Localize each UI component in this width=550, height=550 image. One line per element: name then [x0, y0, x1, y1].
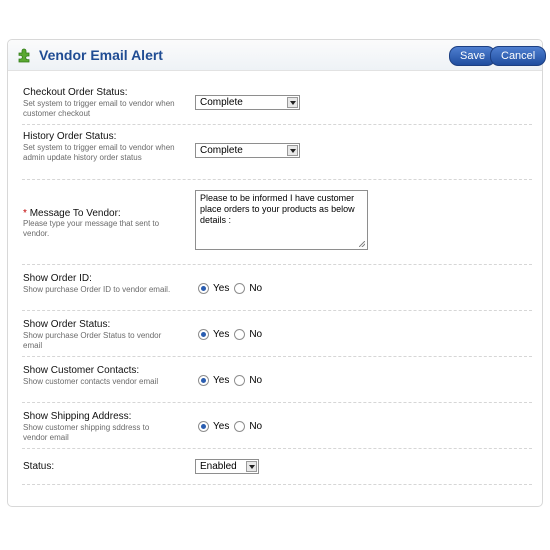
- show-order-status-help: Show purchase Order Status to vendor ema…: [23, 331, 162, 350]
- resize-grip-icon[interactable]: [359, 241, 365, 247]
- checkout-order-status-label: Checkout Order Status:: [23, 87, 128, 98]
- show-order-id-yes-radio[interactable]: [198, 283, 209, 294]
- checkout-order-status-value: Complete: [200, 97, 243, 108]
- history-order-status-label: History Order Status:: [23, 131, 117, 142]
- show-customer-contacts-radio-group: Yes No: [198, 375, 267, 386]
- show-customer-contacts-label: Show Customer Contacts:: [23, 365, 140, 376]
- message-to-vendor-text: Please to be informed I have customer pl…: [200, 193, 355, 225]
- message-to-vendor-label: * Message To Vendor:: [23, 208, 121, 219]
- show-shipping-address-yes-label: Yes: [213, 421, 230, 432]
- checkout-order-status-row: Checkout Order Status: Set system to tri…: [22, 84, 532, 125]
- show-order-id-label: Show Order ID:: [23, 273, 92, 284]
- status-value: Enabled: [200, 461, 237, 472]
- chevron-down-icon[interactable]: [287, 97, 298, 108]
- show-order-status-row: Show Order Status: Show purchase Order S…: [22, 311, 532, 357]
- show-shipping-address-help: Show customer shipping sddress to vendor…: [23, 423, 150, 442]
- show-order-status-yes-label: Yes: [213, 329, 230, 340]
- vendor-email-alert-panel: Vendor Email Alert Save Cancel Checkout …: [7, 39, 547, 507]
- show-order-status-yes-radio[interactable]: [198, 329, 209, 340]
- panel-header: Vendor Email Alert Save Cancel: [8, 40, 547, 71]
- show-order-id-help: Show purchase Order ID to vendor email.: [23, 285, 171, 294]
- show-order-id-radio-group: Yes No: [198, 283, 267, 294]
- show-order-id-row: Show Order ID: Show purchase Order ID to…: [22, 265, 532, 311]
- message-to-vendor-textarea[interactable]: Please to be informed I have customer pl…: [195, 190, 368, 250]
- history-order-status-select[interactable]: Complete: [195, 143, 300, 158]
- show-customer-contacts-no-radio[interactable]: [234, 375, 246, 386]
- history-order-status-help: Set system to trigger email to vendor wh…: [23, 143, 175, 162]
- show-order-id-no-label: No: [249, 283, 263, 294]
- show-order-status-no-radio[interactable]: [234, 329, 246, 340]
- message-to-vendor-row: * Message To Vendor: Please type your me…: [22, 180, 532, 265]
- show-customer-contacts-help: Show customer contacts vendor email: [23, 377, 159, 386]
- show-shipping-address-row: Show Shipping Address: Show customer shi…: [22, 403, 532, 449]
- show-order-status-radio-group: Yes No: [198, 329, 267, 340]
- history-order-status-row: History Order Status: Set system to trig…: [22, 125, 532, 180]
- show-shipping-address-no-label: No: [249, 421, 263, 432]
- status-row: Status: Enabled: [22, 449, 532, 485]
- history-order-status-value: Complete: [200, 145, 243, 156]
- show-shipping-address-no-radio[interactable]: [234, 421, 246, 432]
- show-order-status-no-label: No: [249, 329, 263, 340]
- chevron-down-icon[interactable]: [246, 461, 257, 472]
- show-order-id-no-radio[interactable]: [234, 283, 246, 294]
- puzzle-icon: [18, 48, 30, 63]
- cancel-button[interactable]: Cancel: [490, 46, 547, 66]
- message-to-vendor-help: Please type your message that sent to ve…: [23, 219, 160, 238]
- required-marker: *: [23, 208, 27, 219]
- checkout-order-status-help: Set system to trigger email to vendor wh…: [23, 99, 175, 118]
- chevron-down-icon[interactable]: [287, 145, 298, 156]
- status-label: Status:: [23, 461, 55, 472]
- show-order-id-yes-label: Yes: [213, 283, 230, 294]
- show-customer-contacts-row: Show Customer Contacts: Show customer co…: [22, 357, 532, 403]
- page-title: Vendor Email Alert: [39, 47, 163, 63]
- show-shipping-address-label: Show Shipping Address:: [23, 411, 132, 422]
- show-customer-contacts-no-label: No: [249, 375, 263, 386]
- show-shipping-address-radio-group: Yes No: [198, 421, 267, 432]
- status-select[interactable]: Enabled: [195, 459, 259, 474]
- show-shipping-address-yes-radio[interactable]: [198, 421, 209, 432]
- show-customer-contacts-yes-radio[interactable]: [198, 375, 209, 386]
- show-order-status-label: Show Order Status:: [23, 319, 111, 330]
- show-customer-contacts-yes-label: Yes: [213, 375, 230, 386]
- checkout-order-status-select[interactable]: Complete: [195, 95, 300, 110]
- message-to-vendor-label-text: Message To Vendor:: [29, 208, 121, 219]
